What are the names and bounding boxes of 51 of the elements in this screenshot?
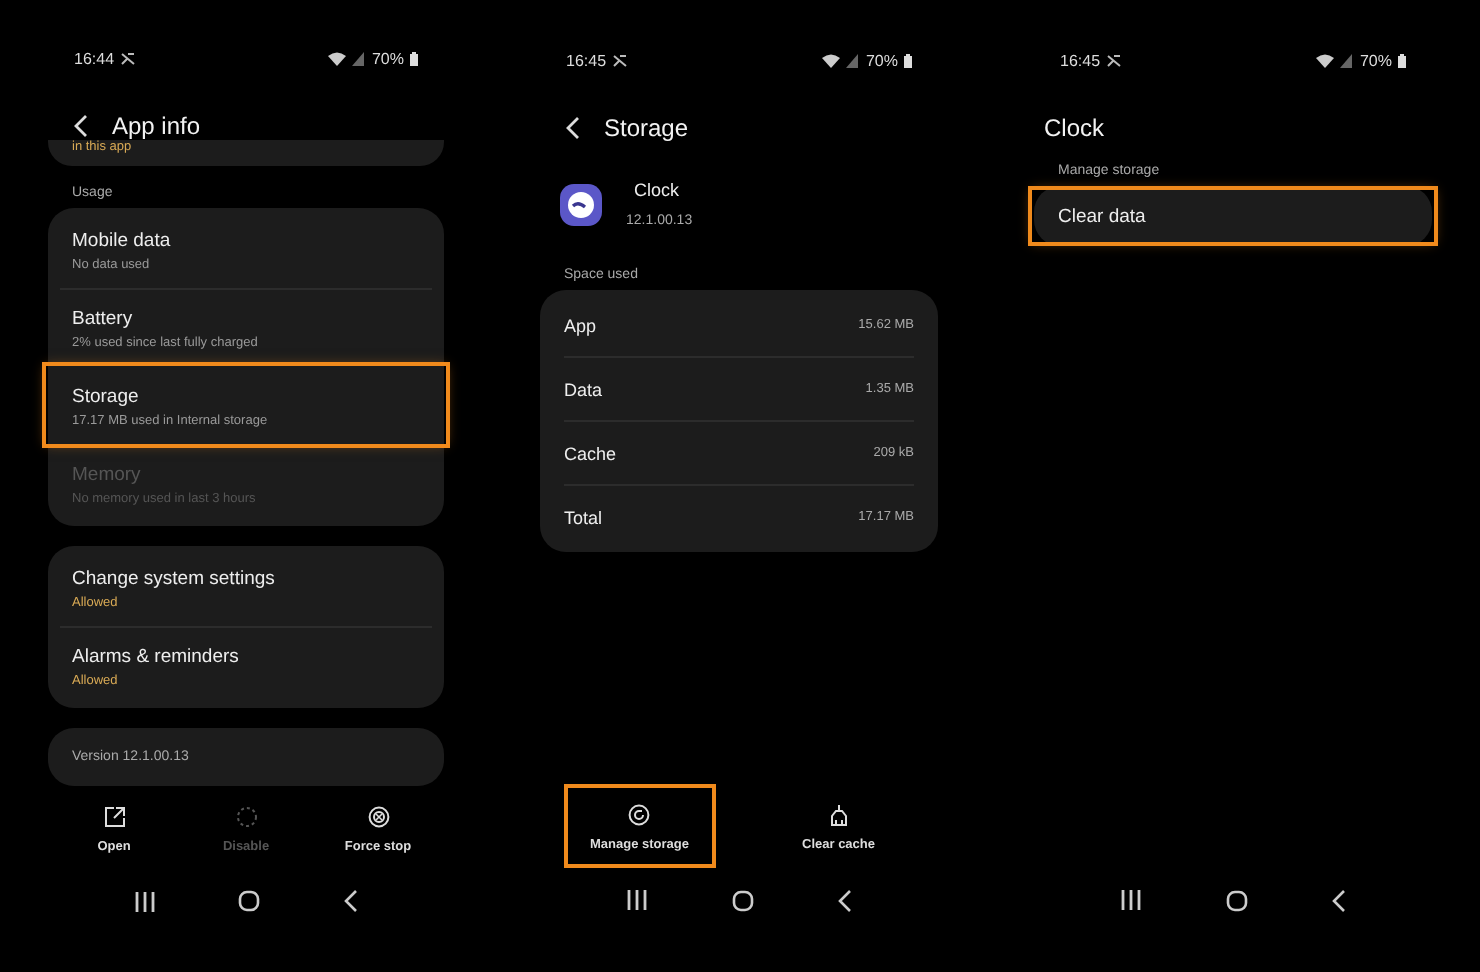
item-title: Storage bbox=[72, 385, 141, 408]
battery-icon bbox=[1398, 53, 1406, 67]
settings-item[interactable]: Clear data bbox=[1032, 190, 1434, 242]
back-nav-icon[interactable] bbox=[1332, 889, 1346, 911]
item-title: Clear data bbox=[1058, 205, 1148, 227]
app-name: Clock bbox=[632, 180, 682, 200]
home-icon[interactable] bbox=[1226, 889, 1248, 911]
dashed-circle-icon bbox=[235, 806, 257, 829]
status-time: 16:44 bbox=[74, 50, 115, 69]
back-nav-icon[interactable] bbox=[344, 890, 359, 913]
home-icon[interactable] bbox=[732, 889, 754, 911]
back-icon[interactable] bbox=[74, 113, 88, 138]
item-title: Alarms & reminders bbox=[72, 645, 241, 668]
notification-icon bbox=[1106, 53, 1123, 67]
screen-title: Clock bbox=[1044, 114, 1105, 142]
battery-level: 70% bbox=[371, 50, 404, 69]
stop-icon bbox=[367, 806, 389, 829]
refresh-circle-icon bbox=[628, 804, 651, 826]
wifi-icon bbox=[1315, 53, 1334, 67]
clock-app-icon bbox=[560, 184, 602, 226]
notification-icon bbox=[120, 52, 137, 67]
back-nav-icon[interactable] bbox=[838, 889, 852, 911]
wifi-icon bbox=[821, 53, 840, 67]
battery-level: 70% bbox=[865, 51, 898, 69]
signal-icon bbox=[845, 53, 858, 67]
item-title: Battery bbox=[72, 307, 135, 330]
battery-icon bbox=[904, 53, 912, 67]
recents-icon[interactable] bbox=[1120, 890, 1142, 910]
recents-icon[interactable] bbox=[133, 891, 156, 912]
battery-icon bbox=[410, 52, 418, 67]
screen-title: Storage bbox=[604, 114, 689, 142]
status-time: 16:45 bbox=[566, 51, 607, 69]
back-icon[interactable] bbox=[566, 116, 580, 140]
storage-label: Cache bbox=[564, 443, 617, 463]
notification-icon bbox=[612, 53, 629, 67]
storage-label: Total bbox=[564, 507, 603, 527]
item-title: Mobile data bbox=[72, 229, 173, 252]
recents-icon[interactable] bbox=[626, 890, 648, 910]
open-external-icon bbox=[103, 806, 125, 829]
screen-title: App info bbox=[112, 111, 201, 140]
storage-label: App bbox=[564, 315, 597, 335]
brush-icon bbox=[827, 804, 850, 826]
item-title: Memory bbox=[72, 463, 143, 486]
storage-label: Data bbox=[564, 379, 603, 399]
signal-icon bbox=[351, 52, 364, 67]
signal-icon bbox=[1339, 53, 1352, 67]
battery-level: 70% bbox=[1359, 51, 1392, 69]
wifi-icon bbox=[327, 52, 346, 67]
item-title: Change system settings bbox=[72, 567, 277, 590]
home-icon[interactable] bbox=[238, 890, 261, 913]
status-time: 16:45 bbox=[1060, 51, 1101, 69]
